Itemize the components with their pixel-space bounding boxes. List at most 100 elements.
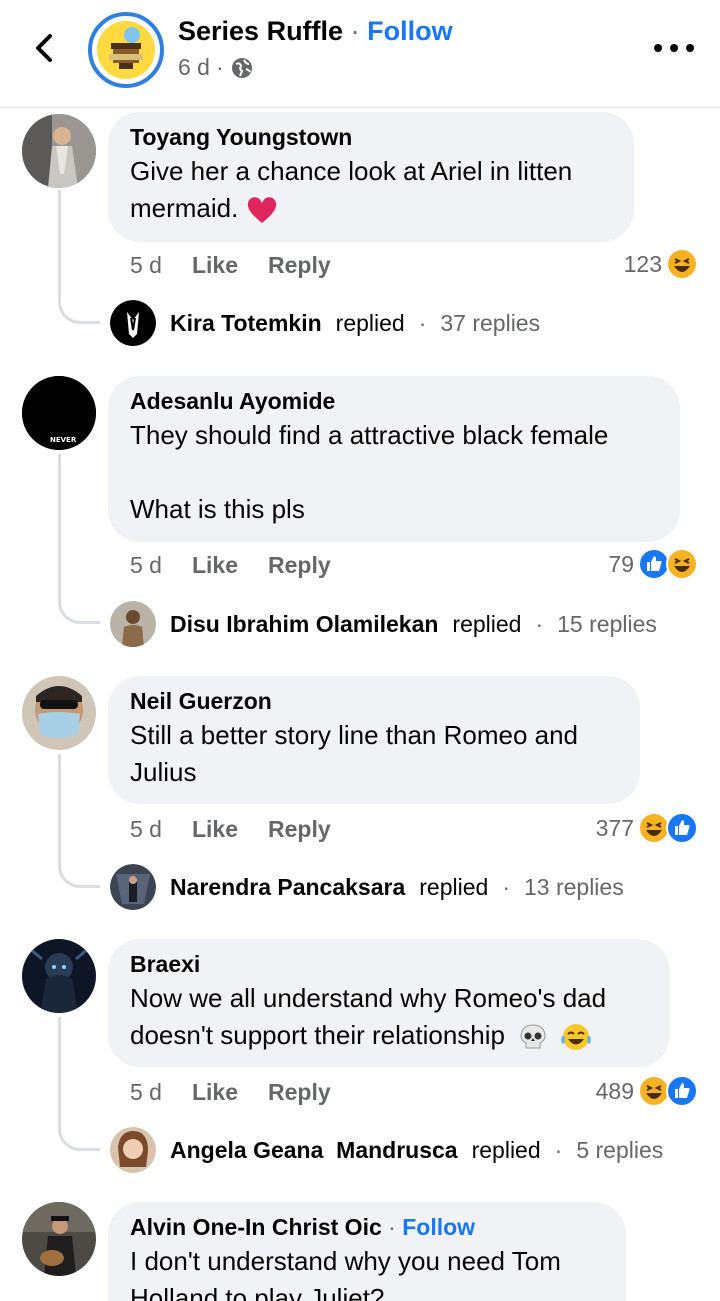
reply-button[interactable]: Reply <box>268 1079 331 1106</box>
reply-button[interactable]: Reply <box>268 816 331 843</box>
avatar[interactable] <box>22 114 96 188</box>
comment-text: Now we all understand why Romeo's dad do… <box>130 980 648 1054</box>
avatar[interactable]: NEVER <box>22 376 96 450</box>
comment-actions: 5 d Like Reply <box>130 816 331 843</box>
reply-count: 37 replies <box>440 309 541 336</box>
more-options-button[interactable] <box>654 40 694 56</box>
comment-time[interactable]: 5 d <box>130 1079 162 1106</box>
comment-author[interactable]: Adesanlu Ayomide <box>130 388 658 415</box>
comment-bubble: Braexi Now we all understand why Romeo's… <box>108 939 670 1067</box>
thread-line <box>58 190 100 324</box>
reply-separator: · <box>554 1136 563 1163</box>
reply-separator: · <box>535 610 544 637</box>
comment-bubble: Neil Guerzon Still a better story line t… <box>108 676 640 804</box>
back-button[interactable] <box>26 28 62 68</box>
post-time[interactable]: 6 d <box>178 54 210 81</box>
avatar[interactable] <box>22 1202 96 1276</box>
follow-button[interactable]: Follow <box>367 16 452 46</box>
reaction-count: 377 <box>595 814 634 841</box>
post-meta: 6 d · <box>178 54 254 81</box>
comment-text: They should find a attractive black fema… <box>130 420 609 450</box>
replied-label: replied <box>335 309 405 336</box>
replied-label: replied <box>471 1136 541 1163</box>
reaction-summary[interactable]: 123 <box>624 248 698 280</box>
more-dot <box>654 44 662 52</box>
reply-count: 15 replies <box>557 610 657 637</box>
reaction-count: 489 <box>595 1077 634 1104</box>
reply-count: 13 replies <box>523 873 624 900</box>
comment-text: Give her a chance look at Ariel in litte… <box>130 153 612 227</box>
replied-label: replied <box>452 610 522 637</box>
page-title-row: Series Ruffle · Follow <box>178 16 453 47</box>
comment-actions: 5 d Like Reply <box>130 252 331 279</box>
comment-author[interactable]: Neil Guerzon <box>130 688 618 715</box>
replier-name: Disu Ibrahim Olamilekan <box>170 610 439 637</box>
red-heart-emoji-icon <box>247 197 276 224</box>
comment-bubble: Adesanlu Ayomide They should find a attr… <box>108 376 680 542</box>
thread-line <box>58 454 100 624</box>
haha-reaction-icon <box>666 548 698 580</box>
like-button[interactable]: Like <box>192 816 238 843</box>
view-replies[interactable]: Narendra Pancaksara replied · 13 replies <box>110 864 624 910</box>
more-dot <box>670 44 678 52</box>
avatar-text: NEVER <box>50 436 77 444</box>
thread-line <box>58 1017 100 1151</box>
like-button[interactable]: Like <box>192 552 238 579</box>
reaction-summary[interactable]: 377 <box>596 812 698 844</box>
page-name[interactable]: Series Ruffle <box>178 16 343 46</box>
replier-avatar <box>110 1127 156 1173</box>
skull-emoji-icon <box>520 1024 546 1049</box>
comment-author[interactable]: Toyang Youngstown <box>130 124 612 151</box>
more-dot <box>686 44 694 52</box>
like-button[interactable]: Like <box>192 1079 238 1106</box>
meta-separator: · <box>215 54 224 80</box>
comment-author[interactable]: Alvin One-In Christ Oic <box>130 1214 382 1240</box>
view-replies[interactable]: Kira Totemkin replied · 37 replies <box>110 300 540 346</box>
reply-button[interactable]: Reply <box>268 552 331 579</box>
page-logo <box>97 21 155 79</box>
comment-body: Give her a chance look at Ariel in litte… <box>130 156 573 223</box>
comment-actions: 5 d Like Reply <box>130 552 331 579</box>
view-replies[interactable]: Angela Geana Mandrusca replied · 5 repli… <box>110 1127 663 1173</box>
comment-bubble: Alvin One-In Christ Oic · Follow I don't… <box>108 1202 626 1301</box>
reply-separator: · <box>502 873 510 900</box>
like-reaction-icon <box>666 1075 698 1107</box>
replier-avatar <box>110 300 156 346</box>
comment-time[interactable]: 5 d <box>130 252 162 279</box>
comment-bubble: Toyang Youngstown Give her a chance look… <box>108 112 634 242</box>
separator: · <box>388 1214 396 1240</box>
replier-avatar <box>110 601 156 647</box>
post-header: Series Ruffle · Follow 6 d · <box>0 0 720 108</box>
replier-name: Kira Totemkin <box>170 309 322 336</box>
replier-name: Angela Geana Mandrusca <box>170 1136 458 1163</box>
avatar[interactable] <box>22 676 96 750</box>
reply-count: 5 replies <box>576 1136 664 1163</box>
page-avatar[interactable] <box>88 12 164 88</box>
reply-button[interactable]: Reply <box>268 252 331 279</box>
chevron-left-icon <box>36 34 52 62</box>
replied-label: replied <box>419 873 489 900</box>
like-reaction-icon <box>666 812 698 844</box>
avatar[interactable] <box>22 939 96 1013</box>
view-replies[interactable]: Disu Ibrahim Olamilekan replied · 15 rep… <box>110 601 657 647</box>
comment-author[interactable]: Braexi <box>130 951 648 978</box>
comment-text: I don't understand why you need Tom Holl… <box>130 1246 561 1301</box>
like-button[interactable]: Like <box>192 252 238 279</box>
comment-author-row: Alvin One-In Christ Oic · Follow <box>130 1214 604 1241</box>
reaction-count: 123 <box>623 250 662 277</box>
thread-line <box>58 754 100 888</box>
comment-actions: 5 d Like Reply <box>130 1079 331 1106</box>
comment-time[interactable]: 5 d <box>130 816 162 843</box>
replier-avatar <box>110 864 156 910</box>
replier-name: Narendra Pancaksara <box>170 873 406 900</box>
reaction-count: 79 <box>608 550 634 577</box>
comment-text-line-2: What is this pls <box>130 494 305 524</box>
comment-text: Still a better story line than Romeo and… <box>130 720 579 787</box>
reaction-summary[interactable]: 79 <box>608 548 698 580</box>
reply-separator: · <box>418 309 427 336</box>
comment-time[interactable]: 5 d <box>130 552 162 579</box>
separator: · <box>350 16 360 46</box>
haha-reaction-icon <box>666 248 698 280</box>
reaction-summary[interactable]: 489 <box>596 1075 698 1107</box>
follow-button[interactable]: Follow <box>402 1214 475 1240</box>
